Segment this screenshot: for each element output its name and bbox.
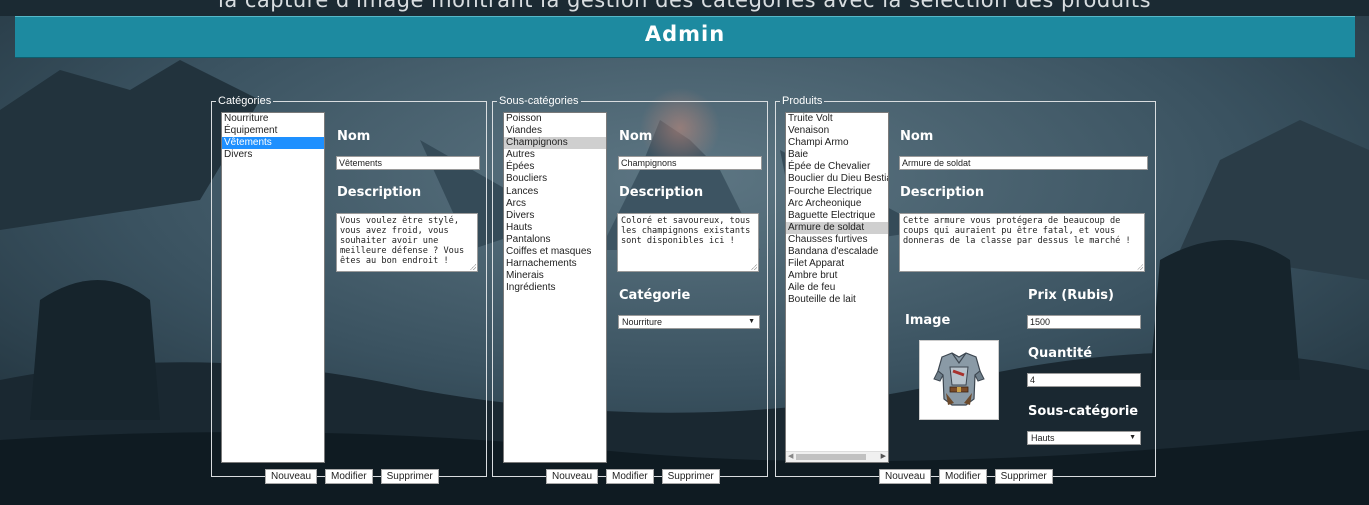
new-subcategory-button[interactable]: Nouveau: [546, 469, 599, 484]
list-item[interactable]: Baguette Electrique: [786, 210, 888, 222]
product-image-label: Image: [905, 313, 951, 328]
delete-subcategory-button[interactable]: Supprimer: [661, 469, 720, 484]
products-horizontal-scrollbar[interactable]: ◀ ▶: [786, 451, 888, 462]
list-item[interactable]: Ingrédients: [504, 282, 606, 294]
product-price-label: Prix (Rubis): [1028, 288, 1114, 303]
list-item[interactable]: Minerais: [504, 270, 606, 282]
product-subcategory-select[interactable]: Hauts ▼: [1027, 431, 1141, 445]
subcategories-legend: Sous-catégories: [499, 95, 579, 107]
product-quantity-label: Quantité: [1028, 346, 1093, 361]
top-caption-strip: la capture d'image montrant la gestion d…: [0, 0, 1369, 16]
list-item[interactable]: Aile de feu: [786, 282, 888, 294]
list-item-selected[interactable]: Vêtements: [222, 137, 324, 150]
new-category-button[interactable]: Nouveau: [265, 469, 318, 484]
product-description-text: Cette armure vous protégera de beaucoup …: [903, 216, 1131, 246]
subcategories-button-bar: Nouveau Modifier Supprimer: [546, 469, 720, 484]
products-listbox[interactable]: Truite Volt Venaison Champi Armo Baie Ép…: [785, 112, 889, 463]
subcategories-listbox[interactable]: Poisson Viandes Champignons Autres Épées…: [503, 112, 607, 463]
list-item[interactable]: Coiffes et masques: [504, 246, 606, 258]
new-product-button[interactable]: Nouveau: [879, 469, 932, 484]
product-image[interactable]: [919, 340, 999, 420]
dropdown-arrow-icon: ▼: [1129, 434, 1136, 441]
resize-grip-icon[interactable]: [1137, 264, 1143, 270]
delete-category-button[interactable]: Supprimer: [380, 469, 439, 484]
list-item[interactable]: Venaison: [786, 125, 888, 137]
list-item[interactable]: Pantalons: [504, 234, 606, 246]
subcategory-description-text: Coloré et savoureux, tous les champignon…: [621, 216, 751, 246]
top-caption: la capture d'image montrant la gestion d…: [217, 0, 1152, 12]
list-item[interactable]: Lances: [504, 186, 606, 198]
product-subcategory-value: Hauts: [1031, 433, 1055, 443]
category-description-label: Description: [337, 185, 422, 200]
list-item-selected[interactable]: Champignons: [504, 137, 606, 150]
list-item[interactable]: Divers: [504, 210, 606, 222]
list-item[interactable]: Ambre brut: [786, 270, 888, 282]
page-title: Admin: [644, 22, 726, 46]
list-item[interactable]: Autres: [504, 149, 606, 161]
product-price-field[interactable]: 1500: [1027, 315, 1141, 329]
list-item[interactable]: Arcs: [504, 198, 606, 210]
list-item[interactable]: Harnachements: [504, 258, 606, 270]
category-description-field[interactable]: Vous voulez être stylé, vous avez froid,…: [336, 213, 478, 272]
list-item-selected[interactable]: Armure de soldat: [786, 221, 888, 234]
product-name-label: Nom: [900, 129, 934, 144]
list-item[interactable]: Filet Apparat: [786, 258, 888, 270]
list-item[interactable]: Bouclier du Dieu Bestial: [786, 173, 888, 185]
product-quantity-field[interactable]: 4: [1027, 373, 1141, 387]
product-description-field[interactable]: Cette armure vous protégera de beaucoup …: [899, 213, 1145, 272]
scrollbar-thumb[interactable]: [796, 454, 866, 460]
armor-icon: [933, 352, 985, 406]
list-item[interactable]: Arc Archeonique: [786, 198, 888, 210]
categories-button-bar: Nouveau Modifier Supprimer: [265, 469, 439, 484]
list-item[interactable]: Bouteille de lait: [786, 294, 888, 306]
subcategory-category-select[interactable]: Nourriture ▼: [618, 315, 760, 329]
list-item[interactable]: Nourriture: [222, 113, 324, 125]
categories-listbox[interactable]: Nourriture Équipement Vêtements Divers: [221, 112, 325, 463]
list-item[interactable]: Équipement: [222, 125, 324, 137]
subcategory-description-field[interactable]: Coloré et savoureux, tous les champignon…: [617, 213, 759, 272]
scroll-left-arrow-icon[interactable]: ◀: [788, 452, 793, 462]
subcategory-category-label: Catégorie: [619, 288, 691, 303]
list-item[interactable]: Épée de Chevalier: [786, 161, 888, 173]
scroll-right-arrow-icon[interactable]: ▶: [881, 452, 886, 462]
product-name-field[interactable]: Armure de soldat: [899, 156, 1148, 170]
list-item[interactable]: Poisson: [504, 113, 606, 125]
list-item[interactable]: Divers: [222, 149, 324, 161]
list-item[interactable]: Truite Volt: [786, 113, 888, 125]
list-item[interactable]: Chausses furtives: [786, 234, 888, 246]
resize-grip-icon[interactable]: [470, 264, 476, 270]
product-subcategory-label: Sous-catégorie: [1028, 404, 1139, 419]
list-item[interactable]: Hauts: [504, 222, 606, 234]
resize-grip-icon[interactable]: [751, 264, 757, 270]
category-description-text: Vous voulez être stylé, vous avez froid,…: [340, 216, 465, 266]
list-item[interactable]: Baie: [786, 149, 888, 161]
list-item[interactable]: Champi Armo: [786, 137, 888, 149]
product-description-label: Description: [900, 185, 985, 200]
subcategory-name-label: Nom: [619, 129, 653, 144]
list-item[interactable]: Boucliers: [504, 173, 606, 185]
subcategory-category-value: Nourriture: [622, 317, 663, 327]
category-name-field[interactable]: Vêtements: [336, 156, 480, 170]
list-item[interactable]: Bandana d'escalade: [786, 246, 888, 258]
products-legend: Produits: [782, 95, 823, 107]
list-item[interactable]: Fourche Electrique: [786, 186, 888, 198]
products-button-bar: Nouveau Modifier Supprimer: [879, 469, 1053, 484]
subcategory-description-label: Description: [619, 185, 704, 200]
list-item[interactable]: Épées: [504, 161, 606, 173]
edit-product-button[interactable]: Modifier: [939, 469, 987, 484]
subcategory-name-field[interactable]: Champignons: [618, 156, 762, 170]
category-name-label: Nom: [337, 129, 371, 144]
delete-product-button[interactable]: Supprimer: [994, 469, 1053, 484]
admin-header: Admin: [15, 16, 1355, 58]
edit-category-button[interactable]: Modifier: [325, 469, 373, 484]
categories-legend: Catégories: [218, 95, 272, 107]
list-item[interactable]: Viandes: [504, 125, 606, 137]
edit-subcategory-button[interactable]: Modifier: [606, 469, 654, 484]
dropdown-arrow-icon: ▼: [748, 318, 755, 325]
